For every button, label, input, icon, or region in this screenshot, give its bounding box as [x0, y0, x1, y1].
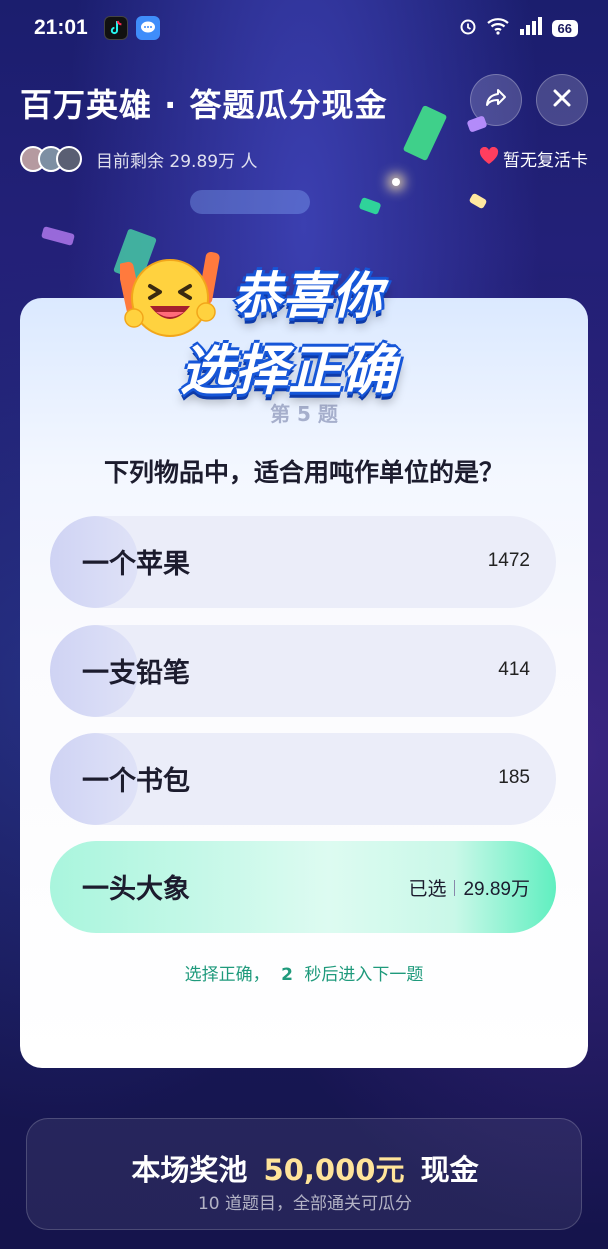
confetti: [358, 196, 382, 216]
sparkle: [392, 178, 400, 186]
avatar: [56, 146, 82, 172]
page-title: 百万英雄 · 答题瓜分现金: [20, 86, 388, 124]
confetti: [466, 115, 488, 133]
revive-label: 暂无复活卡: [503, 151, 588, 171]
banner-line-2: 选择正确: [180, 339, 396, 402]
message-icon: [136, 16, 160, 40]
correct-answer-banner: 恭喜你 选择正确: [72, 240, 452, 416]
countdown-seconds: 2: [281, 965, 293, 985]
option-count: 185: [498, 767, 530, 788]
tip-prefix: 选择正确，: [184, 965, 270, 985]
status-time: 21:01: [34, 16, 88, 39]
option-1[interactable]: 一个苹果 1472: [50, 516, 556, 608]
option-3[interactable]: 一个书包 185: [50, 733, 556, 825]
heart-icon: [479, 146, 499, 170]
remaining-count-text: 目前剩余 29.89万 人: [96, 151, 258, 172]
option-label: 一个书包: [82, 766, 190, 797]
option-2[interactable]: 一支铅笔 414: [50, 625, 556, 717]
close-button[interactable]: [536, 74, 588, 126]
confetti: [40, 226, 76, 246]
question-text: 下列物品中，适合用吨作单位的是？: [103, 458, 504, 487]
tiktok-icon: [104, 16, 128, 40]
status-bar: 21:01 66: [0, 0, 608, 58]
selected-tag: 已选: [408, 878, 447, 900]
prize-pool-panel: 本场奖池 50,000元 现金 10 道题目，全部通关可瓜分: [26, 1118, 582, 1230]
battery-indicator: 66: [551, 19, 578, 37]
prize-title-prefix: 本场奖池: [131, 1153, 248, 1187]
confetti: [468, 192, 488, 210]
option-count: 29.89万: [463, 879, 530, 900]
next-question-tip: 选择正确， 2 秒后进入下一题: [20, 960, 588, 985]
option-count: 414: [498, 659, 530, 680]
confetti: [402, 104, 448, 162]
confetti: [190, 190, 310, 214]
option-label: 一头大象: [82, 874, 190, 905]
option-count: 1472: [487, 550, 530, 571]
prize-amount: 50,000元: [263, 1153, 405, 1187]
prize-title-suffix: 现金: [420, 1153, 479, 1187]
revive-card-status[interactable]: 暂无复活卡: [479, 146, 588, 171]
share-icon: [483, 85, 509, 115]
option-label: 一个苹果: [82, 549, 190, 580]
player-avatars: [20, 146, 82, 172]
remaining-players: 目前剩余 29.89万 人: [20, 146, 257, 172]
option-4-selected[interactable]: 一头大象 已选 29.89万: [50, 841, 556, 933]
banner-line-1: 恭喜你: [232, 267, 382, 325]
alarm-icon: [458, 16, 478, 40]
signal-icon: [518, 16, 544, 40]
prize-subtitle: 10 道题目，全部通关可瓜分: [197, 1194, 413, 1214]
wifi-icon: [486, 16, 510, 40]
divider: [454, 879, 456, 896]
close-icon: [550, 86, 574, 114]
tip-suffix: 秒后进入下一题: [304, 965, 424, 985]
prize-title: 本场奖池 50,000元 现金: [27, 1147, 583, 1189]
option-label: 一支铅笔: [82, 658, 190, 689]
